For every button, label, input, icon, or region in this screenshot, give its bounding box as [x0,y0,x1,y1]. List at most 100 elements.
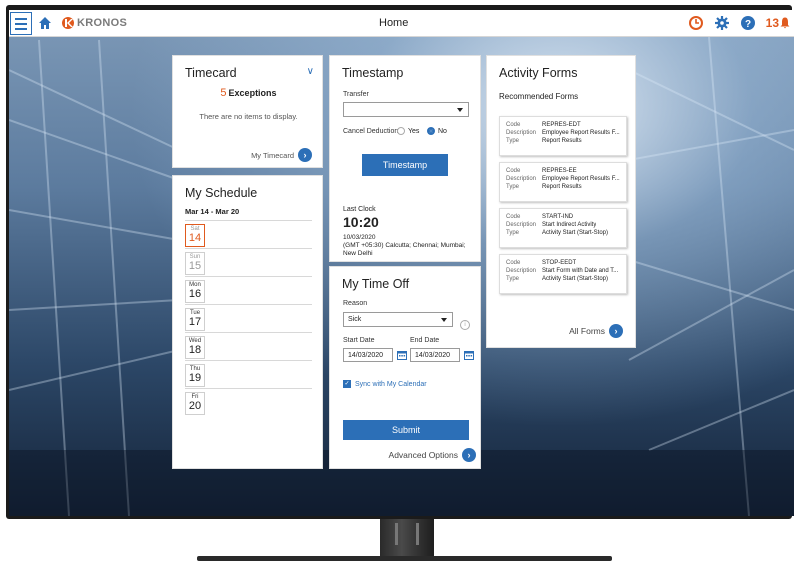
start-date-label: Start Date [343,337,375,344]
schedule-day-row[interactable]: Mon 16 [185,276,312,304]
calendar-icon[interactable] [464,350,474,360]
last-clock-timezone: (GMT +05:30) Calcutta; Chennai; Mumbai; … [343,242,466,257]
cancel-deduction-label: Cancel Deduction? [343,128,403,135]
submit-button[interactable]: Submit [343,420,469,440]
day-date: 17 [188,316,202,328]
day-box: Fri 20 [185,392,205,415]
my-timecard-label: My Timecard [251,150,294,160]
bell-icon [780,17,790,29]
info-icon[interactable]: i [460,320,470,330]
my-timecard-link[interactable]: My Timecard › [251,148,312,162]
time-off-title: My Time Off [342,277,410,291]
form-code: REPRES-EE [542,168,577,174]
timecard-title: Timecard [185,66,237,80]
schedule-day-row[interactable]: Wed 18 [185,332,312,360]
top-navigation-bar: KRONOS Home ? 13 [9,10,794,37]
timestamp-title: Timestamp [342,66,404,80]
form-code: START-IND [542,214,574,220]
timer-alert-icon[interactable] [688,15,704,31]
schedule-day-row[interactable]: Sat 14 [185,220,312,248]
recommended-forms-heading: Recommended Forms [499,92,579,101]
schedule-date-range: Mar 14 - Mar 20 [185,207,240,216]
calendar-icon[interactable] [397,350,407,360]
form-key-type: Type [506,230,520,236]
form-card[interactable]: Code STOP-EEDT Description Start Form with… [499,254,627,294]
last-clock-details: 10/03/2020 (GMT +05:30) Calcutta; Chenna… [343,234,478,258]
form-description: Employee Report Results F... [542,130,620,136]
sync-calendar-label: Sync with My Calendar [355,380,427,388]
form-card[interactable]: Code REPRES-EDT Description Employee Repor… [499,116,627,156]
last-clock-label: Last Clock [343,206,376,213]
monitor-stand-neck [380,519,434,558]
day-date: 14 [188,232,202,244]
form-type: Activity Start (Start-Stop) [542,276,609,282]
chevron-right-icon: › [462,448,476,462]
day-date: 16 [188,288,202,300]
notifications-button[interactable]: 13 [766,16,790,30]
radio-yes-label: Yes [408,127,420,135]
top-right-actions: ? 13 [688,15,790,31]
advanced-options-link[interactable]: Advanced Options › [389,448,476,462]
day-date: 20 [188,400,202,412]
end-date-input[interactable]: 14/03/2020 [410,348,460,362]
timestamp-button[interactable]: Timestamp [362,154,448,176]
day-box: Thu 19 [185,364,205,387]
kronos-logo-mark-icon [62,17,74,29]
schedule-day-row[interactable]: Thu 19 [185,360,312,388]
page-title: Home [379,17,409,29]
checkmark-icon: ✓ [343,380,351,388]
day-date: 15 [188,260,202,272]
kronos-logo: KRONOS [61,16,127,30]
schedule-day-row[interactable]: Tue 17 [185,304,312,332]
logo-text: KRONOS [77,17,128,29]
schedule-day-list: Sat 14 Sun 15 Mon 16 Tue 17 Wed 18 Thu 19 Fri 2… [185,220,312,416]
dropdown-caret-icon [441,318,447,322]
schedule-day-row[interactable]: Sun 15 [185,248,312,276]
my-time-off-tile: My Time Off Reason Sick i Start Date End… [329,266,481,469]
timestamp-tile: Timestamp Transfer Cancel Deduction? Yes… [329,55,481,262]
schedule-day-row[interactable]: Fri 20 [185,388,312,416]
exceptions-summary[interactable]: 5 Exceptions [173,87,324,99]
form-description: Start Indirect Activity [542,222,597,228]
form-type: Activity Start (Start-Stop) [542,230,609,236]
form-key-type: Type [506,138,520,144]
activity-forms-title: Activity Forms [499,66,578,80]
my-schedule-tile: My Schedule Mar 14 - Mar 20 Sat 14 Sun 15 … [172,175,323,469]
gear-icon[interactable] [714,15,730,31]
form-card[interactable]: Code START-IND Description Start Indirect … [499,208,627,248]
form-key-code: Code [506,260,521,266]
radio-no[interactable]: No [427,127,447,135]
form-type: Report Results [542,184,582,190]
day-box: Sun 15 [185,252,205,275]
svg-text:?: ? [745,19,751,30]
start-date-input[interactable]: 14/03/2020 [343,348,393,362]
activity-forms-tile: Activity Forms Recommended Forms Code REP… [486,55,636,348]
end-date-label: End Date [410,337,440,344]
reason-select[interactable]: Sick [343,312,453,327]
form-code: REPRES-EDT [542,122,581,128]
app-screen: KRONOS Home ? 13 Timecard ∨ 5 Exceptions… [9,10,794,516]
form-type: Report Results [542,138,582,144]
radio-no-dot [427,127,435,135]
form-key-type: Type [506,276,520,282]
monitor-stand-base [197,556,612,561]
radio-yes-dot [397,127,405,135]
all-forms-link[interactable]: All Forms › [569,324,623,338]
chevron-right-icon: › [609,324,623,338]
radio-yes[interactable]: Yes [397,127,419,135]
sync-calendar-checkbox[interactable]: ✓ Sync with My Calendar [343,380,427,388]
exceptions-count: 5 [220,87,227,99]
transfer-select[interactable] [343,102,469,117]
home-icon[interactable] [38,16,52,30]
collapse-chevron-icon[interactable]: ∨ [307,66,314,77]
form-card[interactable]: Code REPRES-EE Description Employee Report… [499,162,627,202]
last-clock-time: 10:20 [343,214,379,230]
help-icon[interactable]: ? [740,15,756,31]
day-box: Wed 18 [185,336,205,359]
form-key-description: Description [506,176,537,182]
hamburger-menu-icon[interactable] [10,12,32,35]
transfer-label: Transfer [343,91,369,98]
timecard-tile: Timecard ∨ 5 Exceptions There are no item… [172,55,323,168]
form-key-code: Code [506,122,521,128]
day-date: 19 [188,372,202,384]
